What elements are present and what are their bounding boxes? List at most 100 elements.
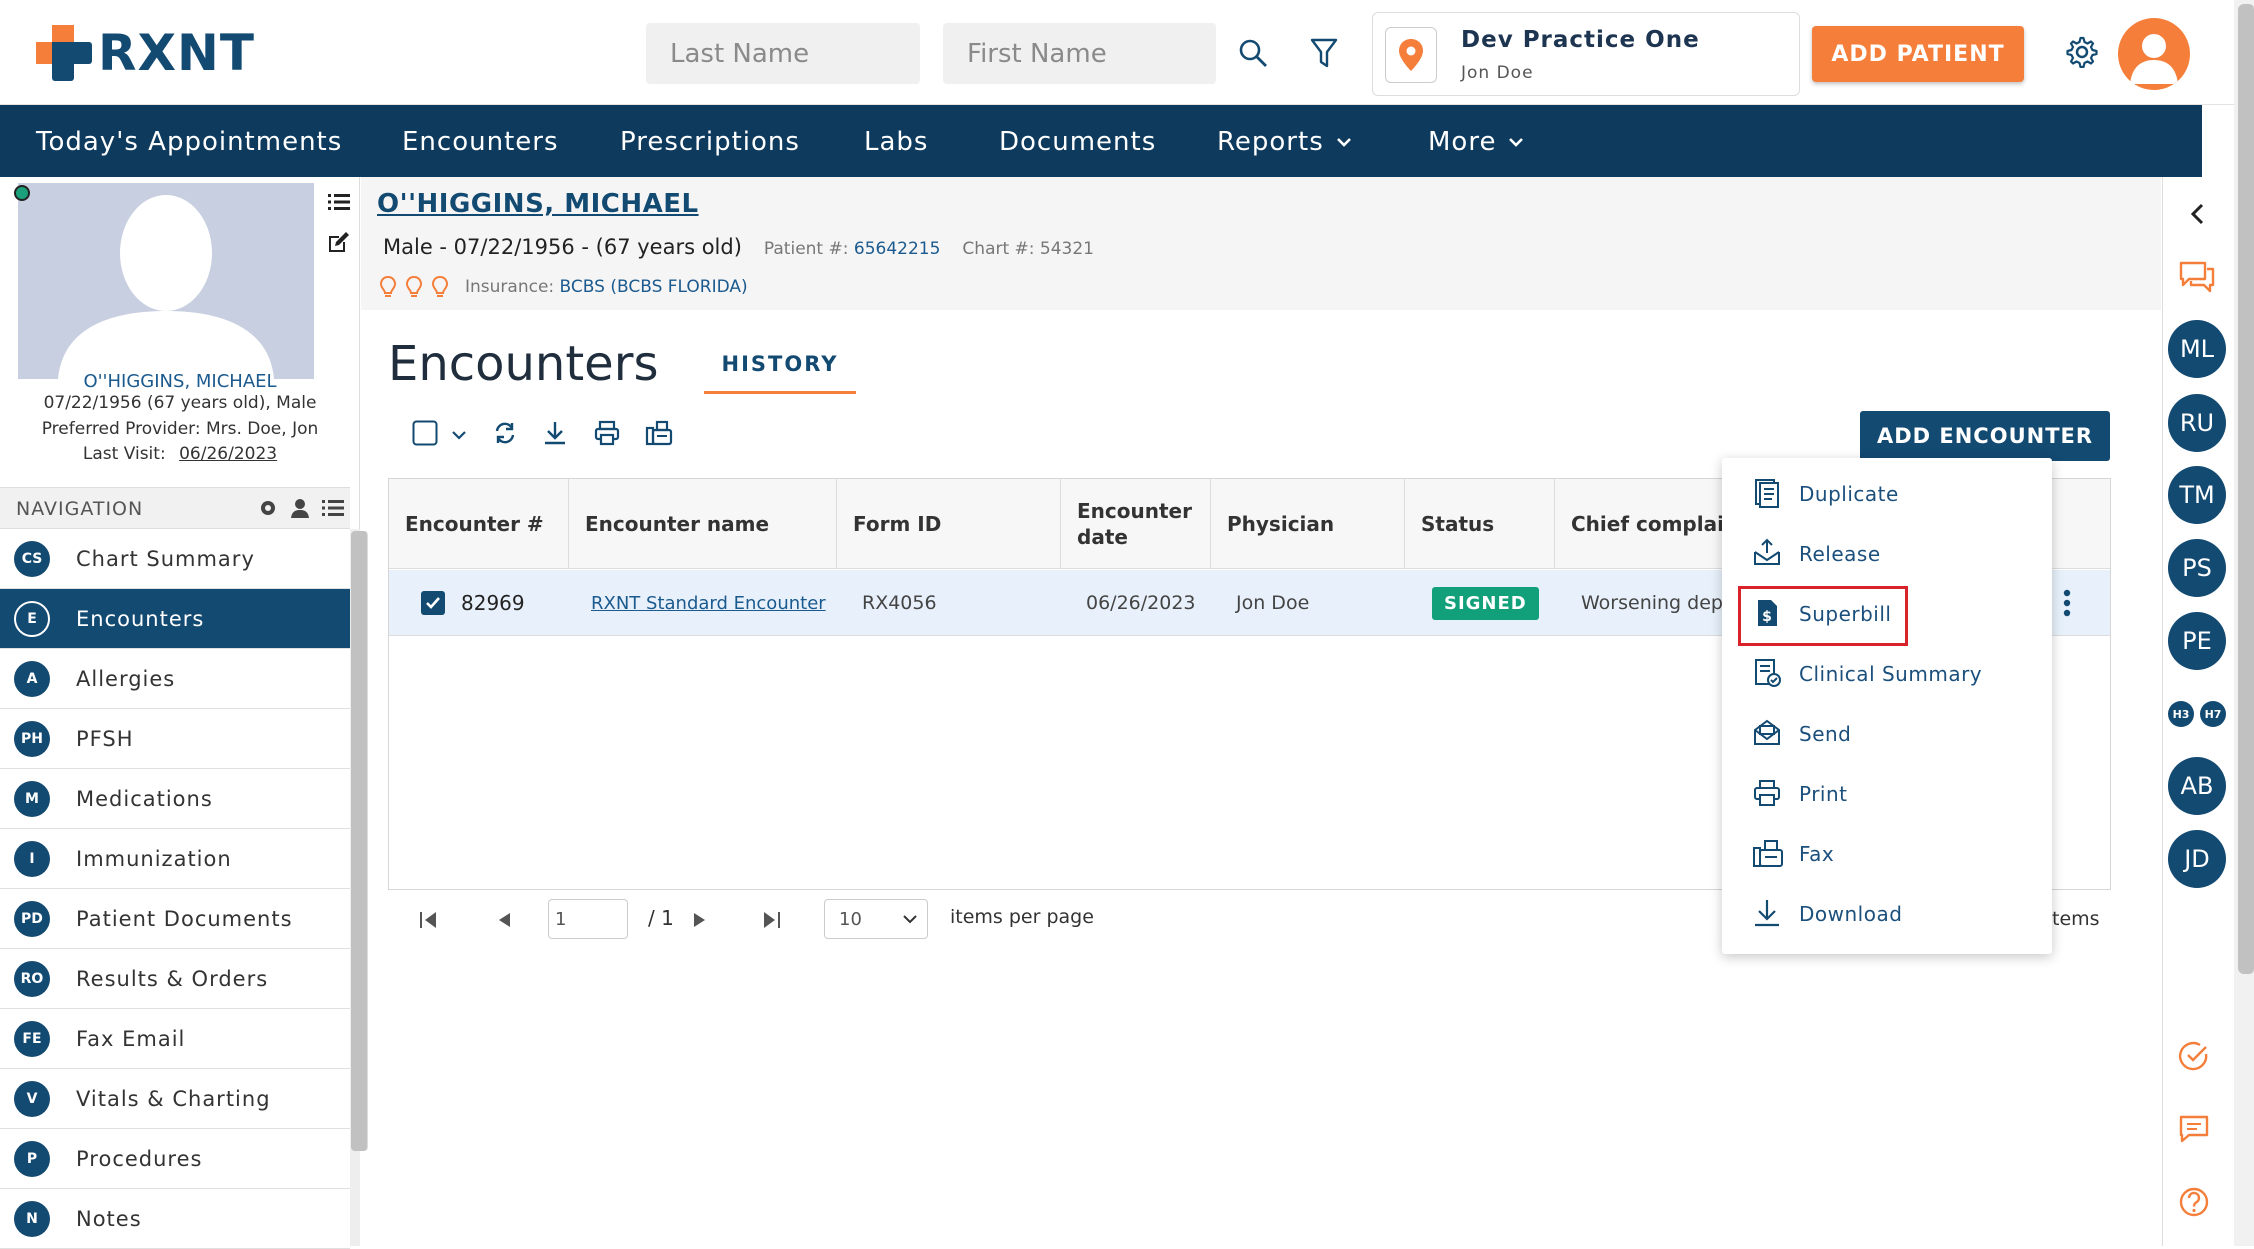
nav-reports[interactable]: Reports (1217, 127, 1352, 157)
last-page-icon[interactable] (760, 909, 782, 931)
cell-encounter-name-link[interactable]: RXNT Standard Encounter (591, 570, 826, 636)
menu-item-fax[interactable]: Fax (1722, 824, 2052, 884)
sidebar-item-allergies[interactable]: A Allergies (0, 649, 350, 709)
insurance-value[interactable]: BCBS (BCBS FLORIDA) (560, 277, 748, 297)
rail-avatar-ml[interactable]: ML (2168, 320, 2226, 378)
kebab-menu-icon[interactable] (2063, 589, 2071, 617)
online-status-dot (14, 185, 30, 201)
duplicate-icon (1755, 479, 1779, 508)
rail-avatar-jd[interactable]: JD (2168, 830, 2226, 888)
sidebar-item-pfsh[interactable]: PH PFSH (0, 709, 350, 769)
menu-label: Fax (1799, 842, 1835, 866)
collapse-chevron-left-icon[interactable] (2189, 203, 2205, 225)
nav-label: Medications (76, 786, 213, 811)
last-visit-date[interactable]: 06/26/2023 (179, 444, 277, 464)
patient-summary: Male - 07/22/1956 - (67 years old) (383, 235, 742, 259)
lightbulb-icon[interactable] (405, 275, 423, 299)
col-status[interactable]: Status (1405, 479, 1555, 569)
menu-label: Clinical Summary (1799, 662, 1983, 686)
rail-avatar-pe[interactable]: PE (2168, 612, 2226, 670)
rail-avatar-tm[interactable]: TM (2168, 466, 2226, 524)
nav-badge: CS (14, 540, 50, 577)
sidebar-item-notes[interactable]: N Notes (0, 1189, 350, 1249)
download-icon[interactable] (542, 420, 568, 446)
sidebar-item-vitals-charting[interactable]: V Vitals & Charting (0, 1069, 350, 1129)
page-number-input[interactable] (548, 899, 628, 939)
menu-item-release[interactable]: Release (1722, 524, 2052, 584)
person-icon[interactable] (290, 498, 310, 518)
rail-avatar-h7[interactable]: H7 (2200, 701, 2226, 727)
col-physician[interactable]: Physician (1211, 479, 1405, 569)
tasks-check-icon[interactable] (2178, 1040, 2210, 1072)
row-checkbox[interactable] (421, 570, 445, 636)
check-icon (426, 597, 440, 609)
prev-page-icon[interactable] (496, 911, 512, 929)
col-encounter-name[interactable]: Encounter name (569, 479, 837, 569)
rail-avatar-h3[interactable]: H3 (2168, 701, 2194, 727)
rail-avatar-ru[interactable]: RU (2168, 394, 2226, 452)
edit-icon[interactable] (326, 231, 350, 255)
fax-icon[interactable] (645, 420, 673, 446)
sidebar-scrollbar[interactable] (350, 529, 368, 1246)
list-view-icon[interactable] (322, 499, 344, 517)
rail-avatar-ps[interactable]: PS (2168, 539, 2226, 597)
nav-label: Immunization (76, 846, 232, 871)
patient-name-link[interactable]: O''HIGGINS, MICHAEL (377, 189, 699, 219)
rail-avatar-ab[interactable]: AB (2168, 757, 2226, 815)
items-per-page-select[interactable]: 10 (824, 899, 928, 939)
last-name-search[interactable] (646, 23, 920, 84)
search-icon[interactable] (1238, 38, 1268, 68)
send-envelope-icon (1754, 719, 1780, 745)
sidebar-item-procedures[interactable]: P Procedures (0, 1129, 350, 1189)
patient-number-value[interactable]: 65642215 (854, 239, 941, 259)
rxnt-logo[interactable]: RXNT (36, 24, 255, 82)
refresh-icon[interactable] (492, 420, 518, 446)
sidebar-item-medications[interactable]: M Medications (0, 769, 350, 829)
nav-badge: V (14, 1080, 50, 1117)
col-encounter-date[interactable]: Encounter date (1061, 479, 1211, 569)
sidebar-item-immunization[interactable]: I Immunization (0, 829, 350, 889)
sidebar-item-fax-email[interactable]: FE Fax Email (0, 1009, 350, 1069)
page-scrollbar[interactable] (2234, 0, 2254, 1246)
menu-item-download[interactable]: Download (1722, 884, 2052, 944)
gear-icon[interactable] (2066, 36, 2098, 68)
col-form-id[interactable]: Form ID (837, 479, 1061, 569)
tab-history[interactable]: HISTORY (704, 352, 856, 394)
nav-todays-appointments[interactable]: Today's Appointments (36, 127, 342, 157)
sidebar-item-results-orders[interactable]: RO Results & Orders (0, 949, 350, 1009)
navigation-title: NAVIGATION (16, 498, 144, 520)
add-patient-button[interactable]: ADD PATIENT (1812, 26, 2024, 82)
select-all-checkbox[interactable] (412, 420, 438, 446)
first-name-search[interactable] (943, 23, 1216, 84)
nav-encounters[interactable]: Encounters (402, 127, 559, 157)
chat-bubbles-icon[interactable] (2177, 259, 2217, 295)
patient-name-caption[interactable]: O''HIGGINS, MICHAEL (0, 371, 360, 392)
practice-selector[interactable]: Dev Practice One Jon Doe (1372, 12, 1800, 96)
menu-item-duplicate[interactable]: Duplicate (1722, 464, 2052, 524)
nav-documents[interactable]: Documents (999, 127, 1156, 157)
settings-gear-icon[interactable] (258, 498, 278, 518)
message-icon[interactable] (2178, 1114, 2210, 1144)
lightbulb-icon[interactable] (431, 275, 449, 299)
user-avatar[interactable] (2118, 18, 2190, 90)
filter-icon[interactable] (1310, 38, 1338, 70)
list-icon[interactable] (328, 193, 350, 211)
help-question-icon[interactable] (2178, 1186, 2210, 1218)
col-encounter-number[interactable]: Encounter # (389, 479, 569, 569)
sidebar-item-encounters[interactable]: E Encounters (0, 589, 350, 649)
page-title: Encounters (388, 336, 659, 392)
next-page-icon[interactable] (692, 911, 708, 929)
lightbulb-icon[interactable] (379, 275, 397, 299)
sidebar-item-patient-documents[interactable]: PD Patient Documents (0, 889, 350, 949)
sidebar-item-chart-summary[interactable]: CS Chart Summary (0, 529, 350, 589)
nav-prescriptions[interactable]: Prescriptions (620, 127, 800, 157)
chevron-down-icon[interactable] (451, 430, 467, 440)
menu-item-print[interactable]: Print (1722, 764, 2052, 824)
nav-labs[interactable]: Labs (864, 127, 928, 157)
add-encounter-button[interactable]: ADD ENCOUNTER (1860, 411, 2110, 461)
menu-item-clinical-summary[interactable]: Clinical Summary (1722, 644, 2052, 704)
print-icon[interactable] (594, 420, 620, 446)
menu-item-send[interactable]: Send (1722, 704, 2052, 764)
nav-more[interactable]: More (1428, 127, 1524, 157)
first-page-icon[interactable] (418, 909, 440, 931)
